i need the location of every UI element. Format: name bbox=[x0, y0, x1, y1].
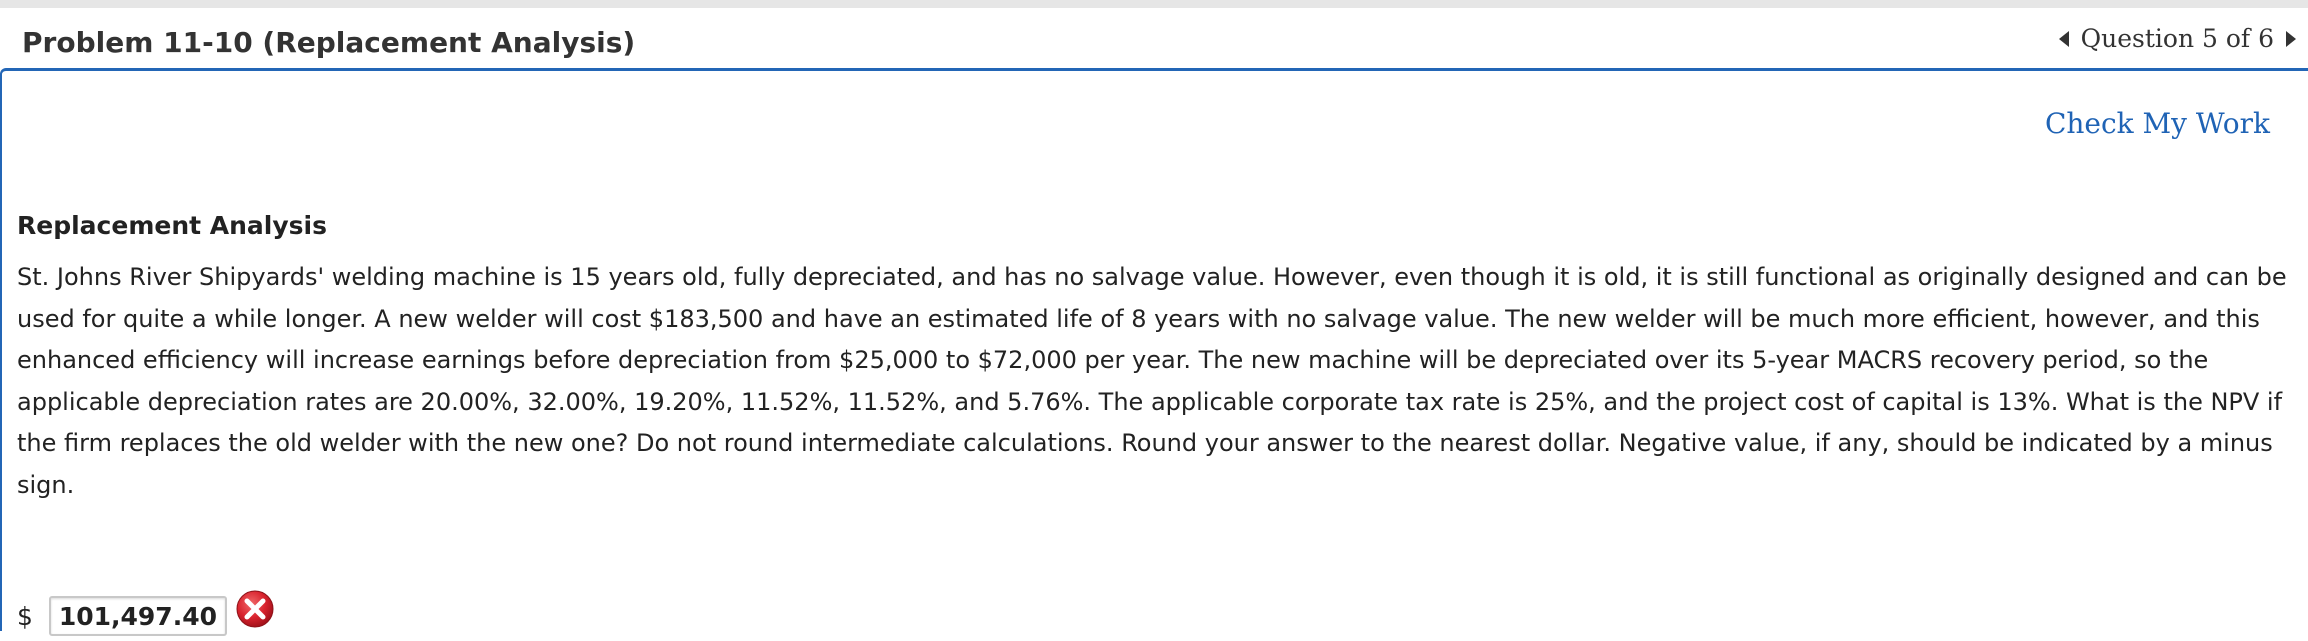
question-panel: Check My Work Replacement Analysis St. J… bbox=[0, 68, 2308, 636]
problem-title: Problem 11-10 (Replacement Analysis) bbox=[22, 26, 636, 59]
currency-symbol: $ bbox=[17, 601, 33, 631]
check-my-work-link[interactable]: Check My Work bbox=[2045, 107, 2270, 140]
section-heading: Replacement Analysis bbox=[17, 211, 327, 240]
triangle-right-icon[interactable] bbox=[2286, 30, 2296, 47]
top-rule bbox=[0, 0, 2308, 8]
problem-header: Problem 11-10 (Replacement Analysis) Que… bbox=[0, 8, 2308, 68]
problem-statement: St. Johns River Shipyards' welding machi… bbox=[17, 263, 2287, 499]
incorrect-x-icon bbox=[236, 590, 274, 628]
answer-row: $ bbox=[17, 590, 275, 641]
question-navigation: Question 5 of 6 bbox=[2058, 24, 2296, 53]
question-counter: Question 5 of 6 bbox=[2080, 24, 2274, 53]
triangle-left-icon[interactable] bbox=[2058, 30, 2069, 47]
npv-answer-input[interactable] bbox=[48, 596, 227, 636]
